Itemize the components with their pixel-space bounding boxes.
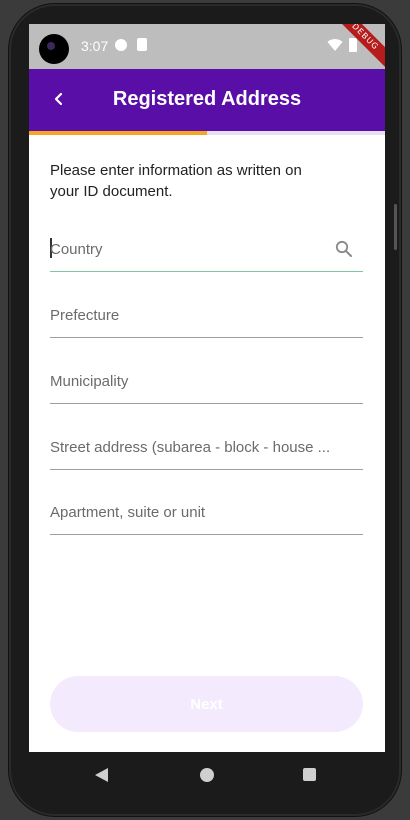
nav-back-icon[interactable] <box>95 768 109 782</box>
nav-home-icon[interactable] <box>200 768 214 782</box>
country-input[interactable] <box>50 237 330 261</box>
device-side-button <box>394 204 397 250</box>
status-bar: 3:07 DEBUG <box>29 24 385 78</box>
page-title: Registered Address <box>112 88 302 110</box>
notification-icon <box>115 39 127 51</box>
progress-bar-fill <box>29 131 207 135</box>
front-camera <box>39 34 69 64</box>
street-address-input[interactable] <box>50 435 350 459</box>
prefecture-field[interactable] <box>50 297 363 338</box>
app-bar: Registered Address <box>29 69 385 131</box>
apartment-input[interactable] <box>50 500 330 524</box>
battery-icon <box>349 38 357 52</box>
sim-card-icon <box>137 38 147 51</box>
app-screen: 3:07 DEBUG Registered Address Please ent… <box>29 24 385 752</box>
apartment-field[interactable] <box>50 494 363 535</box>
progress-bar <box>29 131 385 135</box>
municipality-field[interactable] <box>50 363 363 404</box>
status-time: 3:07 <box>81 38 109 54</box>
prefecture-input[interactable] <box>50 303 330 327</box>
country-field[interactable] <box>50 231 363 272</box>
street-address-field[interactable] <box>50 429 363 470</box>
search-icon[interactable] <box>335 240 353 258</box>
municipality-input[interactable] <box>50 369 330 393</box>
system-navigation-bar <box>29 752 385 798</box>
next-button[interactable]: Next <box>50 676 363 732</box>
instructions-text: Please enter information as written on y… <box>50 162 302 200</box>
nav-recents-icon[interactable] <box>303 768 316 781</box>
wifi-icon <box>327 39 343 51</box>
